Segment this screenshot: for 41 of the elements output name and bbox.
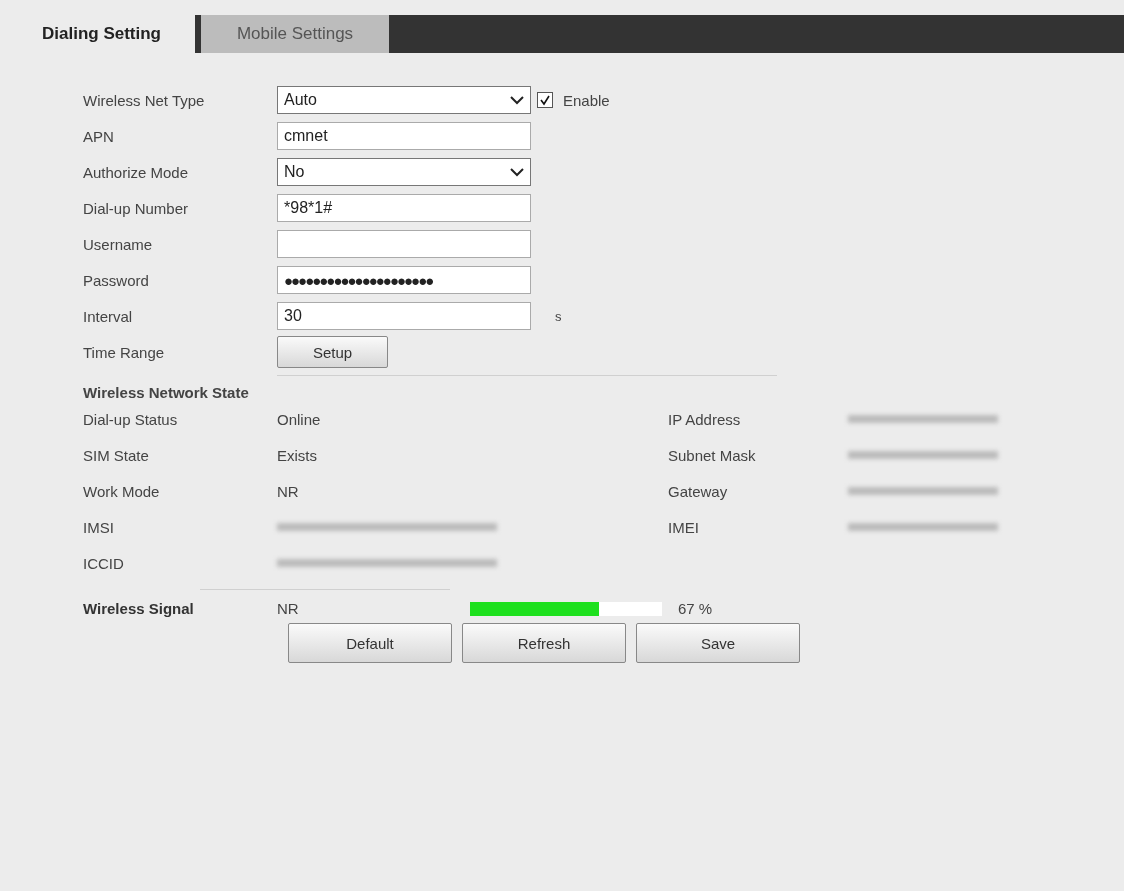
checkbox-label: Enable: [563, 91, 610, 109]
status-label: Subnet Mask: [668, 446, 757, 464]
unit-label: s: [555, 308, 562, 324]
status-label: Work Mode: [83, 482, 161, 500]
signal-label: Wireless Signal: [83, 600, 195, 617]
field-label: Interval: [83, 307, 134, 325]
checkbox[interactable]: [537, 92, 553, 108]
signal-reading: 67 %: [678, 600, 713, 617]
field-label: Wireless Net Type: [83, 91, 206, 109]
status-label: Gateway: [668, 482, 729, 500]
input-field[interactable]: [277, 230, 531, 258]
action-button[interactable]: Save: [636, 623, 800, 663]
field-label: APN: [83, 127, 115, 145]
status-label: ICCID: [83, 554, 125, 572]
field-label: Dial-up Number: [83, 199, 190, 217]
setup-button[interactable]: Setup: [277, 336, 388, 368]
field-label: Time Range: [83, 343, 166, 361]
input-field[interactable]: *98*1#: [277, 194, 531, 222]
status-value: Online: [277, 410, 322, 428]
dropdown[interactable]: No: [277, 158, 531, 186]
field-label: Username: [83, 235, 154, 253]
dropdown[interactable]: Auto: [277, 86, 531, 114]
tab[interactable]: Mobile Settings: [201, 15, 389, 53]
status-label: IP Address: [668, 410, 742, 428]
input-field[interactable]: 30: [277, 302, 531, 330]
signal-mode: NR: [277, 600, 300, 617]
input-field[interactable]: cmnet: [277, 122, 531, 150]
action-button[interactable]: Refresh: [462, 623, 626, 663]
section-title: Wireless Network State: [83, 384, 250, 401]
status-label: Dial-up Status: [83, 410, 179, 428]
field-label: Authorize Mode: [83, 163, 190, 181]
status-label: SIM State: [83, 446, 150, 464]
action-button[interactable]: Default: [288, 623, 452, 663]
field-label: Password: [83, 271, 150, 289]
status-value: NR: [277, 482, 300, 500]
status-label: IMEI: [668, 518, 700, 536]
chevron-down-icon: [510, 167, 524, 177]
status-value: Exists: [277, 446, 318, 464]
chevron-down-icon: [510, 95, 524, 105]
input-field[interactable]: ●●●●●●●●●●●●●●●●●●●●●: [277, 266, 531, 294]
status-label: IMSI: [83, 518, 115, 536]
